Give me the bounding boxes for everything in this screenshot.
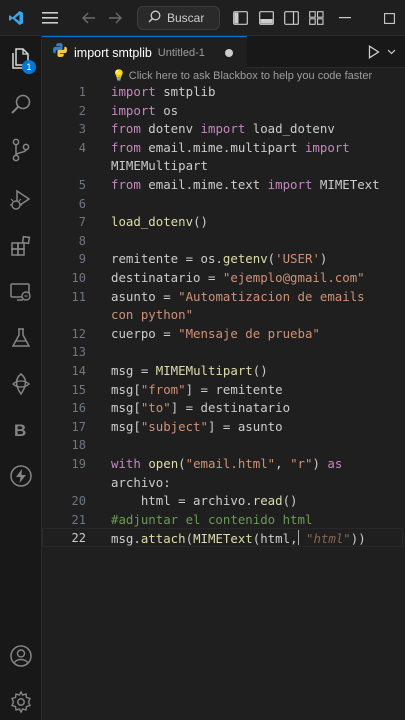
line-number: 17 xyxy=(71,419,86,434)
line-number: 14 xyxy=(71,364,86,378)
vscode-logo-icon xyxy=(4,0,28,36)
menu-icon[interactable] xyxy=(38,0,62,36)
python-file-icon xyxy=(52,42,68,63)
code-line[interactable]: remitente = os.getenv('USER') xyxy=(111,251,327,266)
line-number: 9 xyxy=(78,252,86,267)
code-line[interactable]: msg.attach(MIMEText(html, "html")) xyxy=(111,530,366,546)
tab-bar: import smtplib Untitled-1 xyxy=(42,36,405,68)
editor-tab[interactable]: import smtplib Untitled-1 xyxy=(42,36,247,68)
maximize-icon[interactable] xyxy=(378,0,400,36)
line-number: 16 xyxy=(71,401,86,416)
tab-description: Untitled-1 xyxy=(157,46,205,59)
remote-explorer-icon[interactable] xyxy=(0,274,42,310)
activity-bar: 1 B xyxy=(0,36,42,720)
line-number: 18 xyxy=(71,438,86,453)
back-arrow-icon[interactable] xyxy=(78,0,100,36)
code-line[interactable]: from email.mime.multipart import xyxy=(111,140,350,155)
blackbox-hint-text: Click here to ask Blackbox to help you c… xyxy=(128,70,373,82)
accounts-icon[interactable] xyxy=(0,638,42,674)
tab-title: import smtplib xyxy=(74,45,152,60)
line-number: 15 xyxy=(71,382,86,397)
settings-gear-icon[interactable] xyxy=(0,684,42,720)
blackbox-b-icon[interactable]: B xyxy=(0,412,42,448)
code-line[interactable]: archivo: xyxy=(111,475,171,490)
line-number: 7 xyxy=(78,215,86,230)
toggle-secondary-sidebar-icon[interactable] xyxy=(281,0,301,36)
line-number: 8 xyxy=(78,233,86,248)
run-dropdown-chevron-icon[interactable] xyxy=(384,36,398,68)
line-number: 4 xyxy=(78,140,86,155)
code-line[interactable]: MIMEMultipart xyxy=(111,158,208,173)
code-line[interactable]: msg["to"] = destinatario xyxy=(111,400,290,415)
code-line[interactable]: con python" xyxy=(111,307,193,322)
code-line[interactable]: destinatario = "ejemplo@gmail.com" xyxy=(111,270,365,285)
code-editor[interactable]: 💡 Click here to ask Blackbox to help you… xyxy=(42,68,405,720)
extensions-icon[interactable] xyxy=(0,228,42,264)
title-bar: Buscar xyxy=(0,0,405,36)
line-number: 1 xyxy=(78,85,86,99)
blackbox-chat-icon[interactable] xyxy=(0,366,42,402)
run-debug-icon[interactable] xyxy=(0,182,42,218)
code-line[interactable]: import smtplib xyxy=(111,84,215,99)
code-line[interactable]: msg["subject"] = asunto xyxy=(111,419,283,434)
toggle-panel-icon[interactable] xyxy=(256,0,276,36)
code-line[interactable]: from email.mime.text import MIMEText xyxy=(111,177,380,192)
code-line[interactable]: cuerpo = "Mensaje de prueba" xyxy=(111,326,320,341)
search-icon xyxy=(148,10,161,26)
forward-arrow-icon[interactable] xyxy=(104,0,126,36)
line-number: 13 xyxy=(71,345,86,360)
line-number: 19 xyxy=(71,457,86,471)
blackbox-hint[interactable]: 💡 Click here to ask Blackbox to help you… xyxy=(112,69,372,82)
unsaved-dot-icon[interactable] xyxy=(224,48,233,57)
line-number: 2 xyxy=(78,103,86,118)
customize-layout-icon[interactable] xyxy=(306,0,326,36)
svg-text:B: B xyxy=(14,421,26,440)
line-number: 3 xyxy=(78,122,86,137)
code-line[interactable]: msg["from"] = remitente xyxy=(111,382,283,397)
code-line[interactable]: with open("email.html", "r") as xyxy=(111,456,342,471)
code-line[interactable]: import os xyxy=(111,103,178,118)
line-number: 10 xyxy=(71,271,86,285)
search-view-icon[interactable] xyxy=(0,86,42,122)
explorer-badge: 1 xyxy=(22,60,36,74)
code-line[interactable]: from dotenv import load_dotenv xyxy=(111,121,335,136)
line-number: 12 xyxy=(71,326,86,341)
toggle-primary-sidebar-icon[interactable] xyxy=(230,0,250,36)
code-line[interactable]: #adjuntar el contenido html xyxy=(111,512,312,527)
source-control-icon[interactable] xyxy=(0,132,42,168)
line-number: 11 xyxy=(71,289,86,304)
code-line[interactable]: html = archivo.read() xyxy=(111,493,298,508)
line-number: 22 xyxy=(71,531,86,546)
line-number: 6 xyxy=(78,196,86,211)
minimize-icon[interactable] xyxy=(334,0,356,36)
code-line[interactable]: asunto = "Automatizacion de emails xyxy=(111,289,365,304)
lightbulb-icon: 💡 xyxy=(112,70,126,82)
line-number: 5 xyxy=(78,178,86,192)
code-line[interactable]: load_dotenv() xyxy=(111,214,208,229)
code-line[interactable]: msg = MIMEMultipart() xyxy=(111,363,268,378)
lightning-icon[interactable] xyxy=(0,458,42,494)
line-number: 21 xyxy=(71,512,86,527)
run-file-icon[interactable] xyxy=(364,36,384,68)
line-number: 20 xyxy=(71,494,86,509)
search-label: Buscar xyxy=(167,11,205,25)
search-input[interactable]: Buscar xyxy=(137,6,220,30)
testing-icon[interactable] xyxy=(0,320,42,356)
explorer-icon[interactable]: 1 xyxy=(0,40,42,76)
